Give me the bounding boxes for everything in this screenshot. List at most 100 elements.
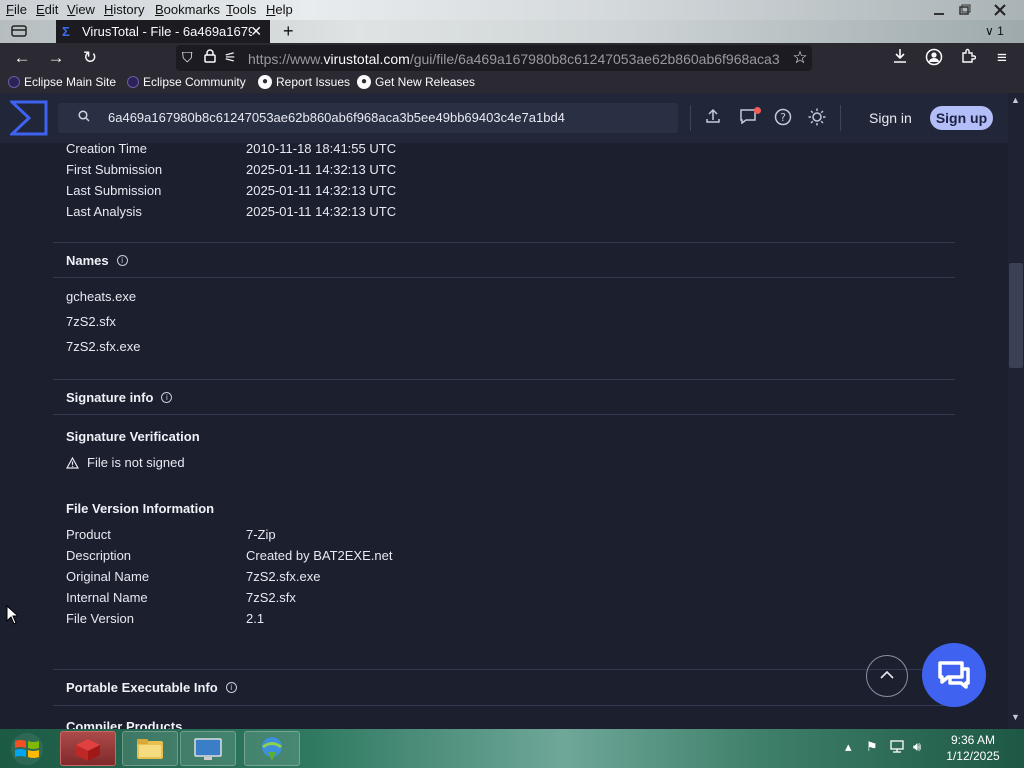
puzzle-icon <box>962 48 977 63</box>
menu-edit[interactable]: Edit <box>36 2 58 17</box>
help-icon: ? <box>774 108 792 126</box>
show-hidden-icons-button[interactable]: ▴ <box>845 739 852 755</box>
extensions-button[interactable] <box>957 48 979 68</box>
info-icon[interactable]: i <box>161 392 173 403</box>
bookmark-eclipse-main-site[interactable]: Eclipse Main Site <box>8 75 116 89</box>
bookmark-get-new-releases[interactable]: ● Get New Releases <box>357 75 475 89</box>
start-button[interactable] <box>8 732 46 766</box>
menu-tools[interactable]: Tools <box>226 2 256 17</box>
tab-virustotal[interactable]: Σ VirusTotal - File - 6a469a167980b ✕ <box>56 20 270 43</box>
section-divider <box>53 705 955 706</box>
chevron-down-icon: ∨ <box>985 24 994 38</box>
file-version-row: Description Created by BAT2EXE.net <box>66 548 393 563</box>
bookmark-report-issues[interactable]: ● Report Issues <box>258 75 350 89</box>
scroll-up-arrow-icon[interactable]: ▲ <box>1011 95 1020 105</box>
menu-history[interactable]: History <box>104 2 144 17</box>
vt-header: 6a469a167980b8c61247053ae62b860ab6f968ac… <box>0 93 1008 143</box>
list-all-tabs-button[interactable]: ∨ 1 <box>985 24 1004 38</box>
virustotal-logo-icon[interactable] <box>10 100 48 136</box>
notification-badge <box>754 107 761 114</box>
upload-icon <box>706 108 720 123</box>
close-icon <box>994 4 1006 16</box>
star-icon: ☆ <box>792 48 808 67</box>
pe-info-section-title: Portable Executable Info i <box>66 680 237 695</box>
app-menu-button[interactable]: ≡ <box>991 48 1013 68</box>
file-version-info-title: File Version Information <box>66 501 215 516</box>
back-button[interactable]: ← <box>11 48 33 68</box>
taskbar-download-manager[interactable] <box>244 731 300 766</box>
taskbar-file-explorer[interactable] <box>122 731 178 766</box>
virustotal-favicon-icon: Σ <box>62 23 70 39</box>
header-divider <box>690 105 691 131</box>
scrollbar-thumb[interactable] <box>1009 263 1023 368</box>
sign-in-link[interactable]: Sign in <box>869 110 912 126</box>
theme-toggle-button[interactable] <box>807 108 827 131</box>
firefox-view-button[interactable] <box>10 23 28 39</box>
menu-bar: File Edit View History Bookmarks Tools H… <box>0 0 1024 20</box>
network-icon[interactable] <box>890 739 906 756</box>
hamburger-icon: ≡ <box>997 48 1007 67</box>
windows-logo-icon <box>11 733 43 765</box>
url-text[interactable]: https://www.virustotal.com/gui/file/6a46… <box>248 51 784 67</box>
menu-file[interactable]: File <box>6 2 27 17</box>
search-icon <box>78 110 90 125</box>
scroll-to-top-button[interactable] <box>866 655 908 697</box>
section-divider <box>53 669 955 670</box>
history-row: First Submission 2025-01-11 14:32:13 UTC <box>66 162 397 177</box>
address-bar[interactable]: ⛉ ⚟ https://www.virustotal.com/gui/file/… <box>176 45 812 71</box>
upload-button[interactable] <box>703 108 723 129</box>
tab-close-icon[interactable]: ✕ <box>250 23 262 40</box>
signature-status: File is not signed <box>66 455 185 470</box>
firefox-view-icon <box>11 25 27 37</box>
forward-arrow-icon: → <box>47 48 65 67</box>
chevron-up-icon <box>880 670 894 679</box>
new-tab-button[interactable]: + <box>283 21 294 42</box>
scroll-down-arrow-icon[interactable]: ▼ <box>1011 712 1020 722</box>
downloads-button[interactable] <box>889 48 911 68</box>
bookmark-eclipse-community[interactable]: Eclipse Community <box>127 75 246 89</box>
bookmark-star-button[interactable]: ☆ <box>789 48 811 68</box>
header-divider <box>840 105 841 131</box>
chat-icon <box>938 661 970 689</box>
compiler-products-title: Compiler Products <box>66 719 183 729</box>
taskbar-clock[interactable]: 9:36 AM 1/12/2025 <box>930 732 1016 764</box>
reload-button[interactable]: ↻ <box>79 48 101 68</box>
menu-view[interactable]: View <box>67 2 95 17</box>
lock-icon[interactable] <box>204 49 216 66</box>
shield-icon[interactable]: ⛉ <box>182 49 193 66</box>
file-version-row: Original Name 7zS2.sfx.exe <box>66 569 321 584</box>
close-window-button[interactable] <box>978 0 1022 20</box>
menu-help[interactable]: Help <box>266 2 293 17</box>
chat-support-button[interactable] <box>922 643 986 707</box>
vt-search-box[interactable]: 6a469a167980b8c61247053ae62b860ab6f968ac… <box>58 103 678 133</box>
sun-icon <box>808 108 826 126</box>
clock-time: 9:36 AM <box>950 733 996 747</box>
file-version-row: File Version 2.1 <box>66 611 265 626</box>
action-center-flag-icon[interactable]: ⚑ <box>866 739 878 755</box>
search-input[interactable]: 6a469a167980b8c61247053ae62b860ab6f968ac… <box>108 110 565 125</box>
warning-icon <box>66 456 79 469</box>
sign-up-button[interactable]: Sign up <box>930 106 993 130</box>
section-divider <box>53 277 955 278</box>
history-row: Last Submission 2025-01-11 14:32:13 UTC <box>66 183 397 198</box>
volume-icon[interactable]: 🔊︎ <box>913 739 921 755</box>
account-button[interactable] <box>923 48 945 68</box>
menu-bookmarks[interactable]: Bookmarks <box>155 2 220 17</box>
forward-button[interactable]: → <box>45 48 67 68</box>
eclipse-icon <box>127 76 139 88</box>
help-button[interactable]: ? <box>773 108 793 131</box>
restore-button[interactable] <box>950 0 980 20</box>
back-arrow-icon: ← <box>13 48 31 67</box>
file-version-row: Internal Name 7zS2.sfx <box>66 590 296 605</box>
page-scrollbar[interactable]: ▲ ▼ <box>1008 93 1024 729</box>
history-row: Last Analysis 2025-01-11 14:32:13 UTC <box>66 204 397 219</box>
names-section-title: Names i <box>66 253 128 268</box>
taskbar-app-package[interactable] <box>60 731 116 766</box>
permissions-icon[interactable]: ⚟ <box>224 49 237 66</box>
info-icon[interactable]: i <box>225 682 237 693</box>
history-row: Creation Time 2010-11-18 18:41:55 UTC <box>66 143 397 156</box>
folder-icon <box>137 738 163 759</box>
file-details-content: Creation Time 2010-11-18 18:41:55 UTC Fir… <box>0 143 1008 729</box>
info-icon[interactable]: i <box>116 255 128 266</box>
taskbar-remote-desktop[interactable] <box>180 731 236 766</box>
